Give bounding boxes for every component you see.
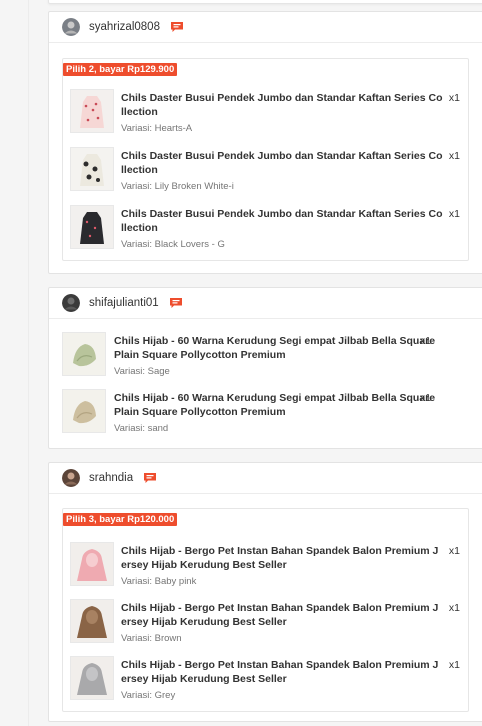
product-name[interactable]: Chils Hijab - Bergo Pet Instan Bahan Spa…	[121, 544, 443, 572]
username[interactable]: shifajulianti01	[89, 297, 159, 309]
product-image	[71, 206, 113, 248]
user-avatar[interactable]	[62, 18, 80, 36]
order-item[interactable]: Chils Hijab - 60 Warna Kerudung Segi emp…	[49, 332, 454, 384]
order-item[interactable]: Chils Daster Busui Pendek Jumbo dan Stan…	[63, 205, 468, 257]
item-quantity: x1	[419, 335, 431, 347]
product-thumbnail[interactable]	[70, 205, 114, 249]
shop-card: srahndia Pilih 3, bayar Rp120.000 Chils …	[48, 462, 482, 722]
item-variant: Variasi: Brown	[121, 633, 182, 644]
product-image	[71, 148, 113, 190]
product-name[interactable]: Chils Hijab - 60 Warna Kerudung Segi emp…	[114, 391, 444, 419]
order-item[interactable]: Chils Hijab - Bergo Pet Instan Bahan Spa…	[63, 599, 468, 651]
shop-header: srahndia	[49, 463, 482, 494]
order-item[interactable]: Chils Daster Busui Pendek Jumbo dan Stan…	[63, 89, 468, 141]
item-variant: Variasi: sand	[114, 423, 169, 434]
product-name[interactable]: Chils Hijab - 60 Warna Kerudung Segi emp…	[114, 334, 444, 362]
item-variant: Variasi: Lily Broken White-i	[121, 181, 234, 192]
order-item[interactable]: Chils Hijab - Bergo Pet Instan Bahan Spa…	[63, 656, 468, 708]
username[interactable]: syahrizal0808	[89, 21, 160, 33]
product-image	[71, 90, 113, 132]
product-image	[71, 657, 113, 699]
shop-header: shifajulianti01	[49, 288, 482, 319]
product-thumbnail[interactable]	[70, 89, 114, 133]
product-thumbnail[interactable]	[70, 656, 114, 700]
user-avatar[interactable]	[62, 294, 80, 312]
product-name[interactable]: Chils Hijab - Bergo Pet Instan Bahan Spa…	[121, 601, 443, 629]
shop-header: syahrizal0808	[49, 12, 482, 43]
promo-badge: Pilih 2, bayar Rp129.900	[63, 63, 178, 76]
item-quantity: x1	[448, 545, 460, 557]
left-strip	[0, 0, 29, 726]
item-quantity: x1	[448, 602, 460, 614]
order-item[interactable]: Chils Hijab - 60 Warna Kerudung Segi emp…	[49, 389, 454, 441]
product-name[interactable]: Chils Daster Busui Pendek Jumbo dan Stan…	[121, 207, 443, 235]
product-image	[63, 333, 105, 375]
product-thumbnail[interactable]	[70, 147, 114, 191]
item-quantity: x1	[448, 92, 460, 104]
product-image	[63, 390, 105, 432]
product-thumbnail[interactable]	[70, 599, 114, 643]
product-thumbnail[interactable]	[62, 389, 106, 433]
item-quantity: x1	[448, 208, 460, 220]
item-variant: Variasi: Sage	[114, 366, 170, 377]
chat-icon[interactable]	[170, 21, 184, 33]
user-avatar[interactable]	[62, 469, 80, 487]
order-item[interactable]: Chils Daster Busui Pendek Jumbo dan Stan…	[63, 147, 468, 199]
product-name[interactable]: Chils Daster Busui Pendek Jumbo dan Stan…	[121, 91, 443, 119]
product-thumbnail[interactable]	[62, 332, 106, 376]
shop-card: shifajulianti01 Chils Hijab - 60 Warna K…	[48, 287, 482, 449]
promo-group: Pilih 2, bayar Rp129.900 Chils Daster Bu…	[62, 58, 469, 261]
username[interactable]: srahndia	[89, 472, 133, 484]
item-variant: Variasi: Baby pink	[121, 576, 197, 587]
chat-icon[interactable]	[169, 297, 183, 309]
shop-card: syahrizal0808 Pilih 2, bayar Rp129.900 C…	[48, 11, 482, 274]
item-variant: Variasi: Hearts-A	[121, 123, 193, 134]
item-quantity: x1	[448, 150, 460, 162]
product-name[interactable]: Chils Hijab - Bergo Pet Instan Bahan Spa…	[121, 658, 443, 686]
product-name[interactable]: Chils Daster Busui Pendek Jumbo dan Stan…	[121, 149, 443, 177]
item-quantity: x1	[419, 392, 431, 404]
product-image	[71, 600, 113, 642]
order-item[interactable]: Chils Hijab - Bergo Pet Instan Bahan Spa…	[63, 542, 468, 594]
product-thumbnail[interactable]	[70, 542, 114, 586]
product-image	[71, 543, 113, 585]
item-quantity: x1	[448, 659, 460, 671]
item-variant: Variasi: Black Lovers - G	[121, 239, 225, 250]
promo-badge: Pilih 3, bayar Rp120.000	[63, 513, 178, 526]
promo-group: Pilih 3, bayar Rp120.000 Chils Hijab - B…	[62, 508, 469, 712]
chat-icon[interactable]	[143, 472, 157, 484]
item-variant: Variasi: Grey	[121, 690, 176, 701]
previous-order-card	[48, 0, 482, 4]
